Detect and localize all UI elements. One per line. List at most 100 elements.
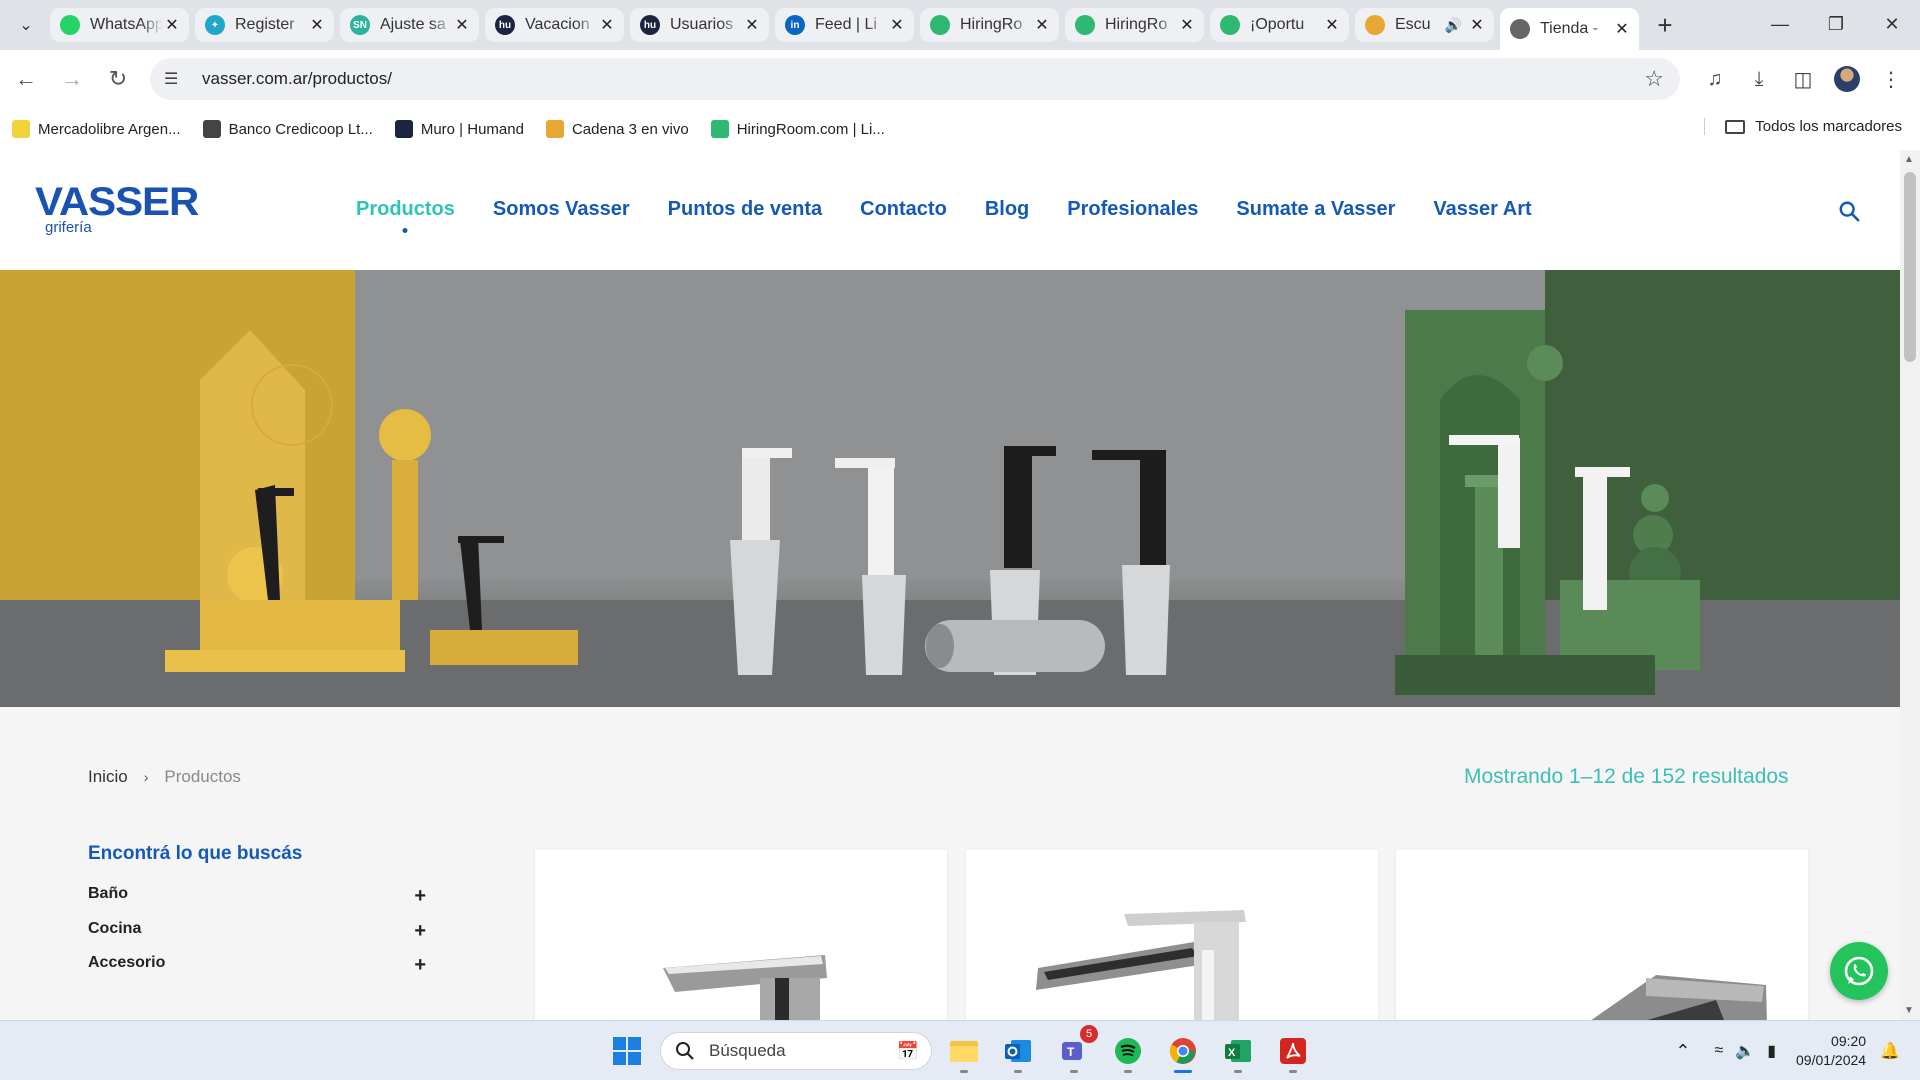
clock[interactable]: 09:20 09/01/2024 bbox=[1796, 1032, 1866, 1070]
browser-tab[interactable]: SN Ajuste sa ✕ bbox=[340, 8, 479, 42]
hiringroom-icon bbox=[930, 15, 950, 35]
hiringroom-icon bbox=[1075, 15, 1095, 35]
tab-close-icon[interactable]: ✕ bbox=[1323, 15, 1341, 35]
tab-title: Tienda - bbox=[1540, 20, 1599, 37]
forward-button[interactable]: → bbox=[52, 59, 92, 99]
product-card[interactable] bbox=[1396, 850, 1808, 1020]
whatsapp-chat-button[interactable] bbox=[1830, 942, 1888, 1000]
volume-icon[interactable]: 🔈 bbox=[1735, 1041, 1755, 1061]
vasser-logo[interactable]: VASSER grifería bbox=[35, 180, 199, 236]
taskbar-teams[interactable]: T 5 bbox=[1054, 1025, 1098, 1073]
download-icon[interactable]: ⤓ bbox=[1740, 58, 1778, 100]
globe-icon bbox=[1510, 19, 1530, 39]
tab-close-icon[interactable]: ✕ bbox=[888, 15, 906, 35]
wifi-icon[interactable]: ≈ bbox=[1714, 1042, 1723, 1060]
nav-item-contacto[interactable]: Contacto bbox=[860, 198, 947, 221]
taskbar-chrome[interactable] bbox=[1163, 1031, 1203, 1073]
browser-tab[interactable]: HiringRo ✕ bbox=[1065, 8, 1204, 42]
profile-avatar[interactable] bbox=[1828, 58, 1866, 100]
chevron-up-icon[interactable]: ⌃ bbox=[1675, 1041, 1690, 1062]
menu-kebab-icon[interactable]: ⋮ bbox=[1872, 58, 1910, 100]
filter-category[interactable]: Baño + bbox=[88, 885, 428, 908]
hero-banner bbox=[0, 270, 1900, 707]
nav-item-puntos-de-venta[interactable]: Puntos de venta bbox=[668, 198, 822, 221]
battery-icon[interactable]: ▮ bbox=[1767, 1041, 1776, 1061]
expand-plus-icon[interactable]: + bbox=[414, 885, 426, 908]
tab-close-icon[interactable]: ✕ bbox=[1178, 15, 1196, 35]
browser-tab[interactable]: hu Vacacion ✕ bbox=[485, 8, 624, 42]
taskbar-excel[interactable]: X bbox=[1218, 1031, 1258, 1073]
nav-item-productos[interactable]: Productos bbox=[356, 198, 455, 221]
address-bar[interactable]: ☰ vasser.com.ar/productos/ ☆ bbox=[150, 58, 1680, 100]
browser-tab[interactable]: Tienda - ✕ bbox=[1500, 8, 1639, 50]
taskbar-acrobat[interactable] bbox=[1273, 1031, 1313, 1073]
bookmark-label: Mercadolibre Argen... bbox=[38, 120, 181, 138]
filter-category[interactable]: Accesorio + bbox=[88, 954, 428, 977]
browser-tab[interactable]: WhatsApp ✕ bbox=[50, 8, 189, 42]
tab-close-icon[interactable]: ✕ bbox=[1033, 15, 1051, 35]
page-scrollbar[interactable]: ▲ ▼ bbox=[1900, 150, 1920, 1020]
tab-title: HiringRo bbox=[1105, 16, 1168, 33]
taskbar-search-placeholder: Búsqueda bbox=[709, 1041, 786, 1060]
bookmark-item[interactable]: Mercadolibre Argen... bbox=[12, 120, 181, 138]
breadcrumb-home-link[interactable]: Inicio bbox=[88, 767, 128, 787]
new-tab-button[interactable]: + bbox=[1649, 9, 1681, 41]
scrollbar-thumb[interactable] bbox=[1904, 172, 1916, 362]
browser-tab[interactable]: ✦ Register ✕ bbox=[195, 8, 334, 42]
whatsapp-icon bbox=[60, 15, 80, 35]
reload-button[interactable]: ↻ bbox=[98, 59, 138, 99]
expand-plus-icon[interactable]: + bbox=[414, 954, 426, 977]
tab-close-icon[interactable]: ✕ bbox=[453, 15, 471, 35]
filter-category[interactable]: Cocina + bbox=[88, 920, 428, 943]
nav-item-vasser-art[interactable]: Vasser Art bbox=[1433, 198, 1531, 221]
scroll-down-arrow-icon[interactable]: ▼ bbox=[1904, 1005, 1914, 1016]
bookmark-star-icon[interactable]: ☆ bbox=[1644, 66, 1664, 92]
expand-plus-icon[interactable]: + bbox=[414, 920, 426, 943]
bookmark-item[interactable]: Cadena 3 en vivo bbox=[545, 120, 689, 138]
nav-item-sumate-a-vasser[interactable]: Sumate a Vasser bbox=[1236, 198, 1395, 221]
side-panel-icon[interactable]: ◫ bbox=[1784, 58, 1822, 100]
browser-tab[interactable]: ¡Oportu ✕ bbox=[1210, 8, 1349, 42]
taskbar-outlook[interactable] bbox=[998, 1031, 1038, 1073]
all-bookmarks-button[interactable]: Todos los marcadores bbox=[1704, 118, 1902, 135]
scroll-up-arrow-icon[interactable]: ▲ bbox=[1904, 154, 1914, 165]
tab-close-icon[interactable]: ✕ bbox=[163, 15, 181, 35]
tab-close-icon[interactable]: ✕ bbox=[598, 15, 616, 35]
nav-item-profesionales[interactable]: Profesionales bbox=[1067, 198, 1198, 221]
start-button[interactable] bbox=[607, 1031, 647, 1071]
tab-search-chevron-icon[interactable]: ⌄ bbox=[8, 7, 44, 43]
taskbar-search[interactable]: Búsqueda 📅 bbox=[660, 1032, 932, 1070]
site-info-icon[interactable]: ☰ bbox=[164, 69, 190, 89]
product-card[interactable] bbox=[535, 850, 947, 1020]
minimize-icon[interactable]: — bbox=[1752, 0, 1808, 48]
back-button[interactable]: ← bbox=[6, 59, 46, 99]
media-control-icon[interactable]: ♫ bbox=[1696, 58, 1734, 100]
taskbar-file-explorer[interactable] bbox=[944, 1031, 984, 1073]
close-window-icon[interactable]: ✕ bbox=[1864, 0, 1920, 48]
cadena3-icon bbox=[545, 120, 564, 138]
tab-close-icon[interactable]: ✕ bbox=[308, 15, 326, 35]
browser-tab[interactable]: HiringRo ✕ bbox=[920, 8, 1059, 42]
bookmark-item[interactable]: HiringRoom.com | Li... bbox=[710, 120, 885, 138]
browser-tab[interactable]: Escu 🔊 ✕ bbox=[1355, 8, 1494, 42]
tab-close-icon[interactable]: ✕ bbox=[1468, 15, 1486, 35]
bookmark-item[interactable]: Muro | Humand bbox=[394, 120, 524, 138]
url-text[interactable]: vasser.com.ar/productos/ bbox=[202, 69, 392, 89]
search-highlight-icon: 📅 bbox=[896, 1040, 919, 1061]
taskbar-spotify[interactable] bbox=[1108, 1031, 1148, 1073]
tab-close-icon[interactable]: ✕ bbox=[1613, 19, 1631, 39]
clock-date: 09/01/2024 bbox=[1796, 1052, 1867, 1068]
browser-tab[interactable]: in Feed | Li ✕ bbox=[775, 8, 914, 42]
tab-audio-icon[interactable]: 🔊 bbox=[1445, 17, 1462, 34]
nav-item-somos-vasser[interactable]: Somos Vasser bbox=[493, 198, 630, 221]
bookmark-item[interactable]: Banco Credicoop Lt... bbox=[202, 120, 373, 138]
file-explorer-icon bbox=[950, 1041, 978, 1062]
tab-close-icon[interactable]: ✕ bbox=[743, 15, 761, 35]
notification-bell-icon[interactable]: 🔔 bbox=[1880, 1041, 1900, 1061]
nav-item-blog[interactable]: Blog bbox=[985, 198, 1029, 221]
hiringroom-icon bbox=[710, 120, 729, 138]
product-card[interactable] bbox=[966, 850, 1378, 1020]
browser-tab[interactable]: hu Usuarios ✕ bbox=[630, 8, 769, 42]
restore-icon[interactable]: ❐ bbox=[1808, 0, 1864, 48]
search-icon[interactable] bbox=[1838, 200, 1860, 222]
